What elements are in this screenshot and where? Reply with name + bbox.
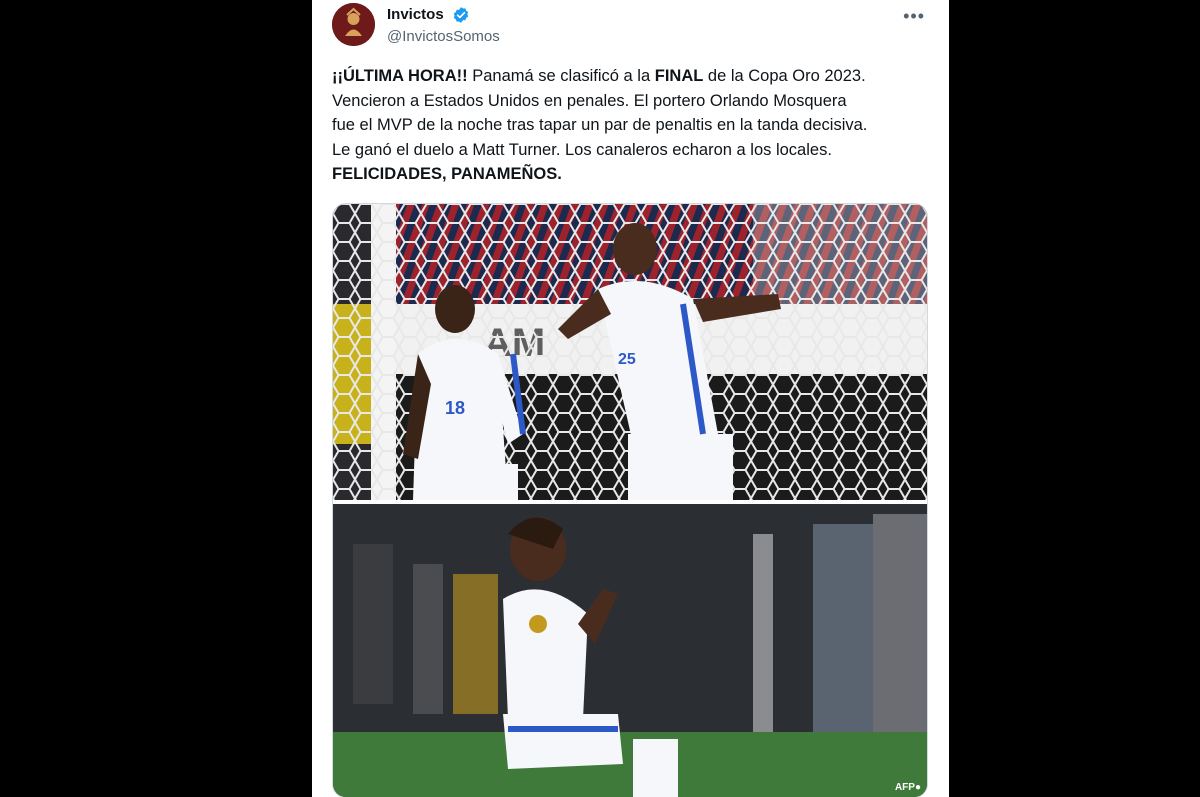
tweet-line-4: Le ganó el duelo a Matt Turner. Los cana… bbox=[332, 140, 832, 159]
verified-badge-icon bbox=[452, 6, 470, 24]
invictos-logo-icon bbox=[332, 3, 375, 46]
tweet-headline: ¡¡ÚLTIMA HORA!! bbox=[332, 67, 468, 85]
tweet-text: ¡¡ÚLTIMA HORA!! Panamá se clasificó a la… bbox=[332, 64, 937, 187]
author-handle[interactable]: @InvictosSomos bbox=[387, 28, 500, 45]
tweet-line-1: ¡¡ÚLTIMA HORA!! Panamá se clasificó a la… bbox=[332, 64, 937, 89]
tweet-card: Invictos @InvictosSomos ••• ¡¡ÚLTIMA HOR… bbox=[312, 0, 949, 797]
tweet-text-span: de la Copa Oro 2023. bbox=[703, 67, 866, 85]
tweet-text-span: Panamá se clasificó a la bbox=[467, 67, 655, 85]
tweet-bold-final: FINAL bbox=[654, 67, 704, 85]
tweet-line-3: fue el MVP de la noche tras tapar un par… bbox=[332, 116, 868, 134]
svg-text:18: 18 bbox=[445, 398, 465, 418]
more-options-icon[interactable]: ••• bbox=[903, 6, 925, 27]
tweet-line-5: FELICIDADES, PANAMEÑOS. bbox=[332, 162, 937, 187]
tweet-media[interactable]: AM 18 25 bbox=[332, 203, 928, 797]
players-celebrating-photo[interactable]: AM 18 25 bbox=[333, 204, 927, 500]
tweet-line-2: Vencieron a Estados Unidos en penales. E… bbox=[332, 91, 847, 110]
tweet-closing: FELICIDADES, PANAMEÑOS. bbox=[332, 165, 562, 183]
svg-text:25: 25 bbox=[618, 351, 636, 368]
photo-credit: AFP● bbox=[894, 782, 921, 793]
avatar[interactable] bbox=[332, 3, 375, 46]
author-name[interactable]: Invictos bbox=[387, 6, 444, 23]
player-kneeling-photo[interactable] bbox=[333, 504, 927, 797]
